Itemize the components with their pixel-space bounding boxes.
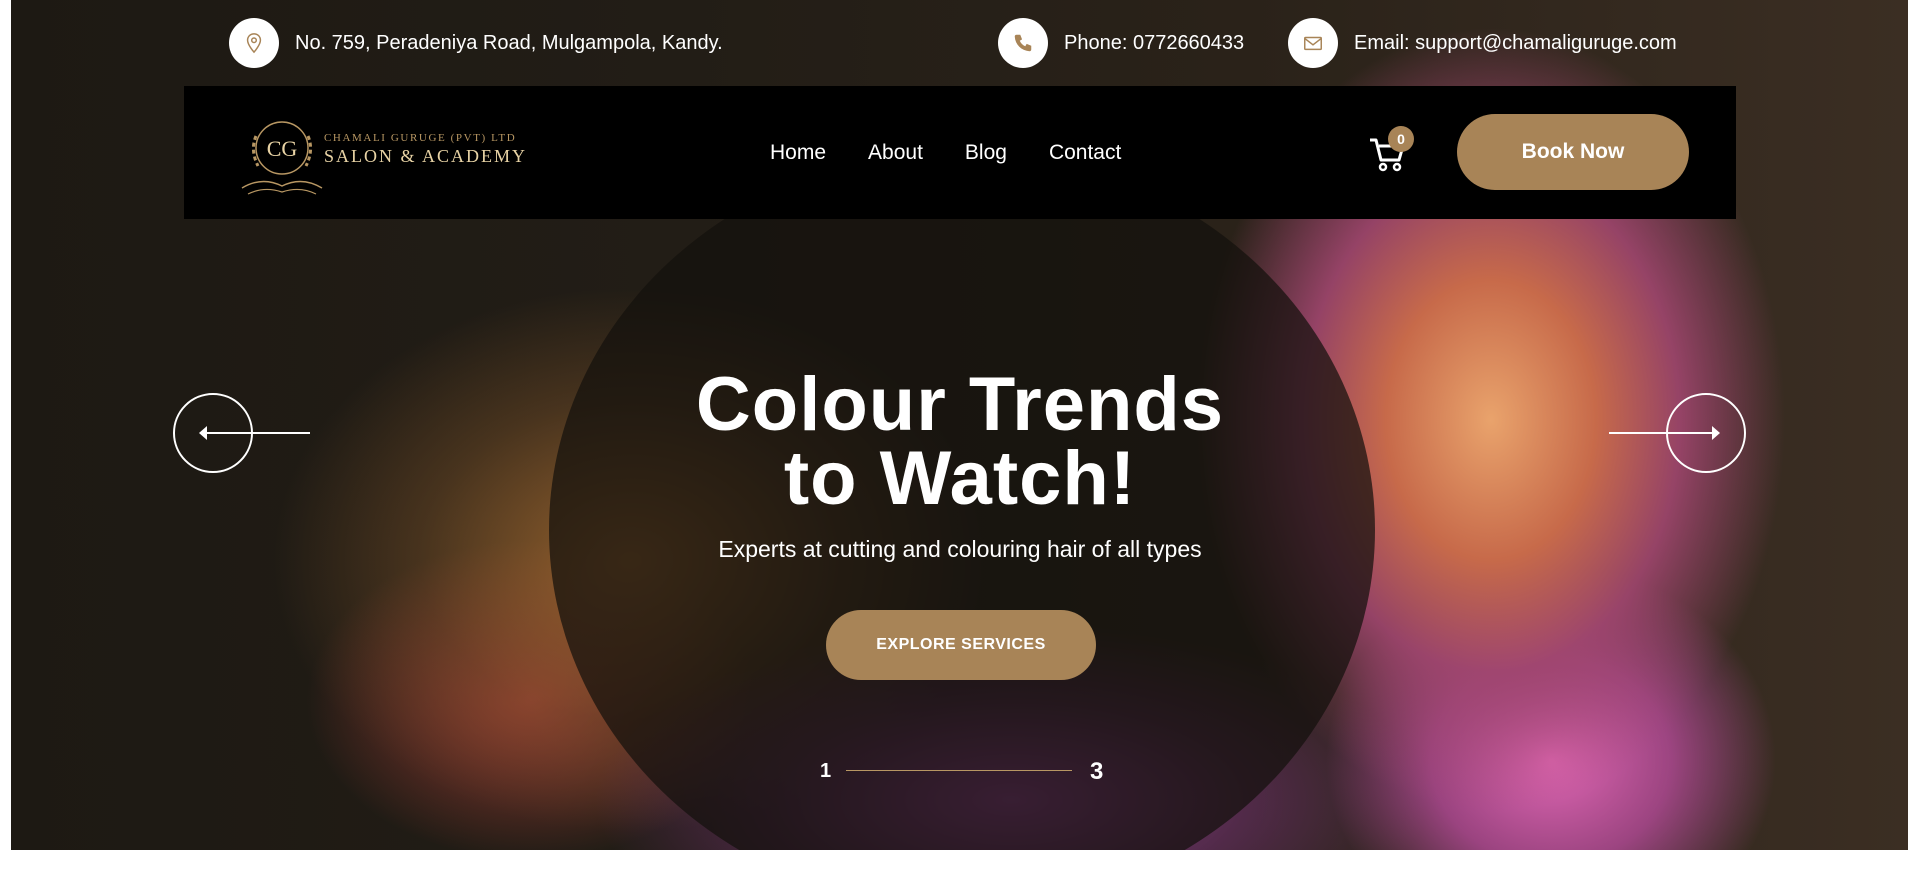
logo-tagline: SALON & ACADEMY [324,146,528,166]
logo-monogram: CG [267,136,298,161]
brand-logo[interactable]: CG CHAMALI GURUGE (PVT) LTD SALON & ACAD… [234,106,534,201]
hero-title-line1: Colour Trends [695,362,1225,447]
nav-about[interactable]: About [868,141,923,165]
nav-blog[interactable]: Blog [965,141,1007,165]
explore-services-button[interactable]: EXPLORE SERVICES [826,610,1096,680]
hero-subtitle: Experts at cutting and colouring hair of… [718,536,1202,562]
top-info-bar: No. 759, Peradeniya Road, Mulgampola, Ka… [0,0,1920,86]
hero-title-line2: to Watch! [783,436,1137,521]
slide-progress-line [846,770,1072,771]
slider-prev-button[interactable] [173,393,310,473]
location-pin-icon [229,18,279,68]
nav-contact[interactable]: Contact [1049,141,1121,165]
address-info: No. 759, Peradeniya Road, Mulgampola, Ka… [229,17,723,69]
slide-current-number[interactable]: 1 [820,760,831,783]
phone-info[interactable]: Phone: 0772660433 [998,17,1244,69]
phone-text[interactable]: Phone: 0772660433 [1064,32,1244,55]
cart-button[interactable]: 0 [1366,126,1416,180]
slide-total-number[interactable]: 3 [1090,758,1103,786]
slider-next-button[interactable] [1609,393,1746,473]
phone-icon [998,18,1048,68]
main-navbar: CG CHAMALI GURUGE (PVT) LTD SALON & ACAD… [184,86,1736,219]
email-text[interactable]: Email: support@chamaliguruge.com [1354,32,1677,55]
primary-nav: Home About Blog Contact [770,86,1163,219]
arrow-right-icon [1609,426,1720,440]
hero-title: Colour Trends to Watch! [600,362,1320,521]
cart-count-badge: 0 [1388,126,1414,152]
address-text: No. 759, Peradeniya Road, Mulgampola, Ka… [295,31,723,54]
envelope-icon [1288,18,1338,68]
email-info[interactable]: Email: support@chamaliguruge.com [1288,17,1677,69]
book-now-button[interactable]: Book Now [1457,114,1689,190]
arrow-left-icon [199,426,310,440]
nav-home[interactable]: Home [770,141,826,165]
laurel-emblem-icon: CG [241,121,323,195]
logo-company-name: CHAMALI GURUGE (PVT) LTD [324,132,517,144]
